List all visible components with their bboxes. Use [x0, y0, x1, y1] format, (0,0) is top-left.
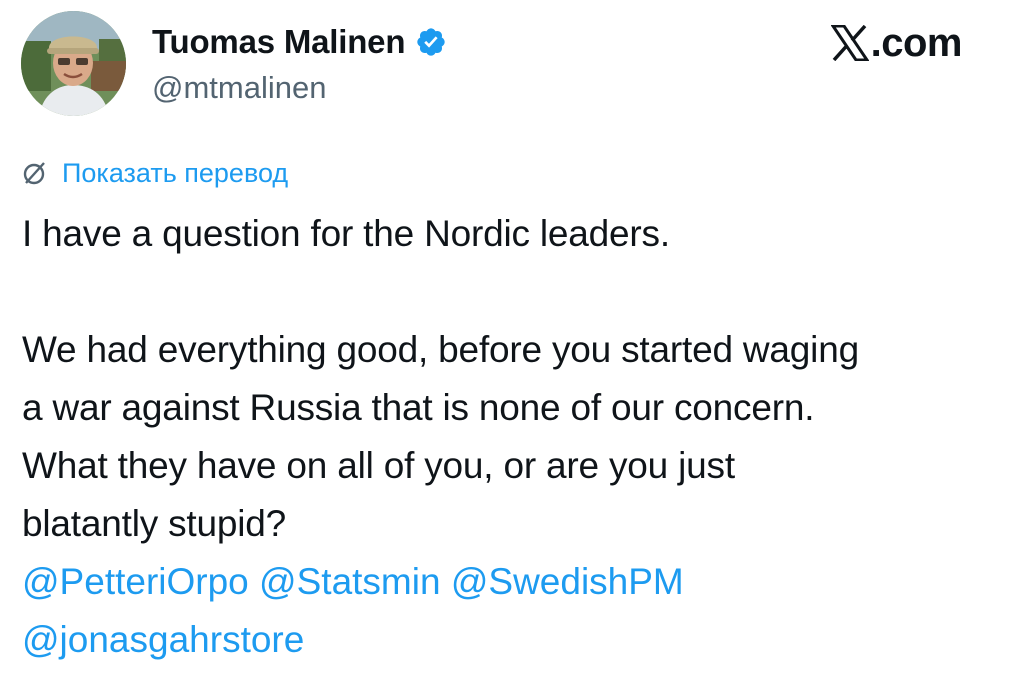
tweet-text-line: blatantly stupid? — [22, 503, 287, 544]
x-logo-icon — [830, 25, 869, 61]
verified-badge-icon[interactable] — [415, 26, 447, 58]
paragraph-break — [22, 263, 1012, 321]
avatar[interactable] — [21, 11, 126, 116]
show-translation-button[interactable]: Показать перевод — [22, 153, 288, 193]
tweet-text: I have a question for the Nordic leaders… — [22, 205, 1012, 553]
tweet-text-line: a war against Russia that is none of our… — [22, 387, 815, 428]
author-name-row: Tuomas Malinen — [152, 20, 447, 64]
source-domain-label: .com — [870, 20, 963, 65]
mention-link[interactable]: @Statsmin — [259, 561, 441, 602]
author-display-name[interactable]: Tuomas Malinen — [152, 23, 405, 61]
profile-photo-icon — [21, 11, 126, 116]
show-translation-label: Показать перевод — [62, 157, 289, 188]
author-handle[interactable]: @mtmalinen — [152, 70, 326, 106]
tweet-text-line: I have a question for the Nordic leaders… — [22, 213, 670, 254]
mention-link[interactable]: @jonasgahrstore — [22, 619, 304, 660]
tweet-text-line: We had everything good, before you start… — [22, 329, 859, 370]
tweet-text-line: What they have on all of you, or are you… — [22, 445, 735, 486]
mentions-line: @PetteriOrpo @Statsmin @SwedishPM — [22, 553, 1012, 611]
mention-link[interactable]: @PetteriOrpo — [22, 561, 249, 602]
mentions-block: @PetteriOrpo @Statsmin @SwedishPM @jonas… — [22, 553, 1012, 669]
mention-link[interactable]: @SwedishPM — [451, 561, 684, 602]
source-watermark: .com — [830, 18, 963, 68]
mentions-line: @jonasgahrstore — [22, 611, 1012, 669]
tweet-card: Tuomas Malinen @mtmalinen .com Показать … — [0, 0, 1024, 682]
globe-icon — [22, 160, 48, 186]
